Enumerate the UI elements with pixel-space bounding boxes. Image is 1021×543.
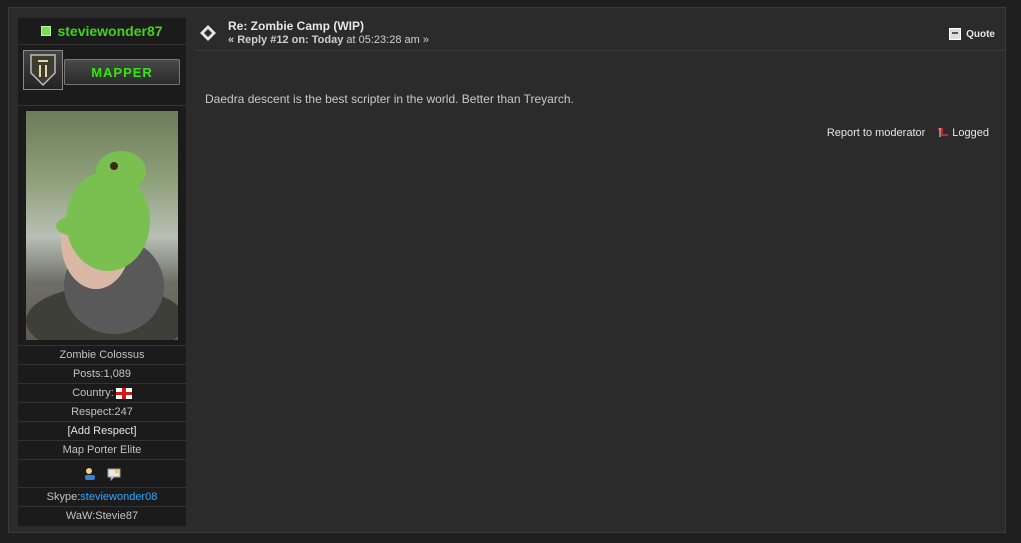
reply-time: at 05:23:28 am » xyxy=(343,34,429,46)
message-icon[interactable] xyxy=(107,467,121,481)
avatar xyxy=(26,111,178,340)
england-flag-icon xyxy=(115,387,132,399)
skype-row: Skype: steviewonder08 xyxy=(18,487,186,506)
skype-label: Skype: xyxy=(46,491,81,503)
respect-label: Respect: xyxy=(71,406,115,418)
post-frame: steviewonder87 MAPPER Zombie Colossus Po… xyxy=(8,7,1006,533)
member-group: Map Porter Elite xyxy=(62,444,142,456)
post-count-row: Posts: 1,089 xyxy=(18,364,186,383)
profile-icon[interactable] xyxy=(83,467,97,481)
reply-info: « Reply #12 on: Today at 05:23:28 am » xyxy=(228,34,429,46)
logged-label: Logged xyxy=(952,127,989,139)
skype-link[interactable]: steviewonder08 xyxy=(80,491,157,503)
ip-icon xyxy=(938,128,949,137)
post-count: 1,089 xyxy=(103,368,132,380)
member-title-row: Zombie Colossus xyxy=(18,345,186,364)
quote-label: Quote xyxy=(966,28,995,40)
country-row: Country: xyxy=(18,383,186,402)
member-group-row: Map Porter Elite xyxy=(18,440,186,459)
poster-info-list: Zombie Colossus Posts: 1,089 Country: Re… xyxy=(18,345,186,525)
username-link[interactable]: steviewonder87 xyxy=(57,23,162,39)
country-label: Country: xyxy=(72,387,114,399)
profile-icons-row xyxy=(18,459,186,487)
reply-prefix: « xyxy=(228,34,238,46)
call-of-duty-emblem-icon xyxy=(23,50,63,90)
waw-row: WaW: Stevie87 xyxy=(18,506,186,525)
rank-area: MAPPER xyxy=(18,45,186,106)
poster-panel: steviewonder87 MAPPER Zombie Colossus Po… xyxy=(18,18,186,526)
waw-label: WaW: xyxy=(65,510,96,522)
post-icon xyxy=(200,25,216,41)
logged-indicator: Logged xyxy=(937,127,989,139)
reply-day: Today xyxy=(311,34,344,46)
post-header: Re: Zombie Camp (WIP) « Reply #12 on: To… xyxy=(195,18,1005,51)
post-footer: Report to moderator Logged xyxy=(827,127,989,139)
reply-number: Reply #12 on: xyxy=(237,34,309,46)
member-title: Zombie Colossus xyxy=(59,349,145,361)
quote-icon xyxy=(949,28,962,40)
post-body: Daedra descent is the best scripter in t… xyxy=(205,92,574,106)
respect-count: 247 xyxy=(114,406,133,418)
respect-row: Respect: 247 xyxy=(18,402,186,421)
add-respect-link[interactable]: [Add Respect] xyxy=(67,425,136,437)
online-status-icon xyxy=(41,26,52,36)
post-main: Re: Zombie Camp (WIP) « Reply #12 on: To… xyxy=(195,18,1005,526)
quote-button[interactable]: Quote xyxy=(949,28,995,40)
waw-id: Stevie87 xyxy=(95,510,139,522)
rank-badge: MAPPER xyxy=(64,59,180,85)
add-respect-row: [Add Respect] xyxy=(18,421,186,440)
report-to-moderator-link[interactable]: Report to moderator xyxy=(827,127,925,139)
post-count-label: Posts: xyxy=(72,368,104,380)
post-subject-link[interactable]: Re: Zombie Camp (WIP) xyxy=(228,19,364,33)
username-bar: steviewonder87 xyxy=(18,18,186,45)
